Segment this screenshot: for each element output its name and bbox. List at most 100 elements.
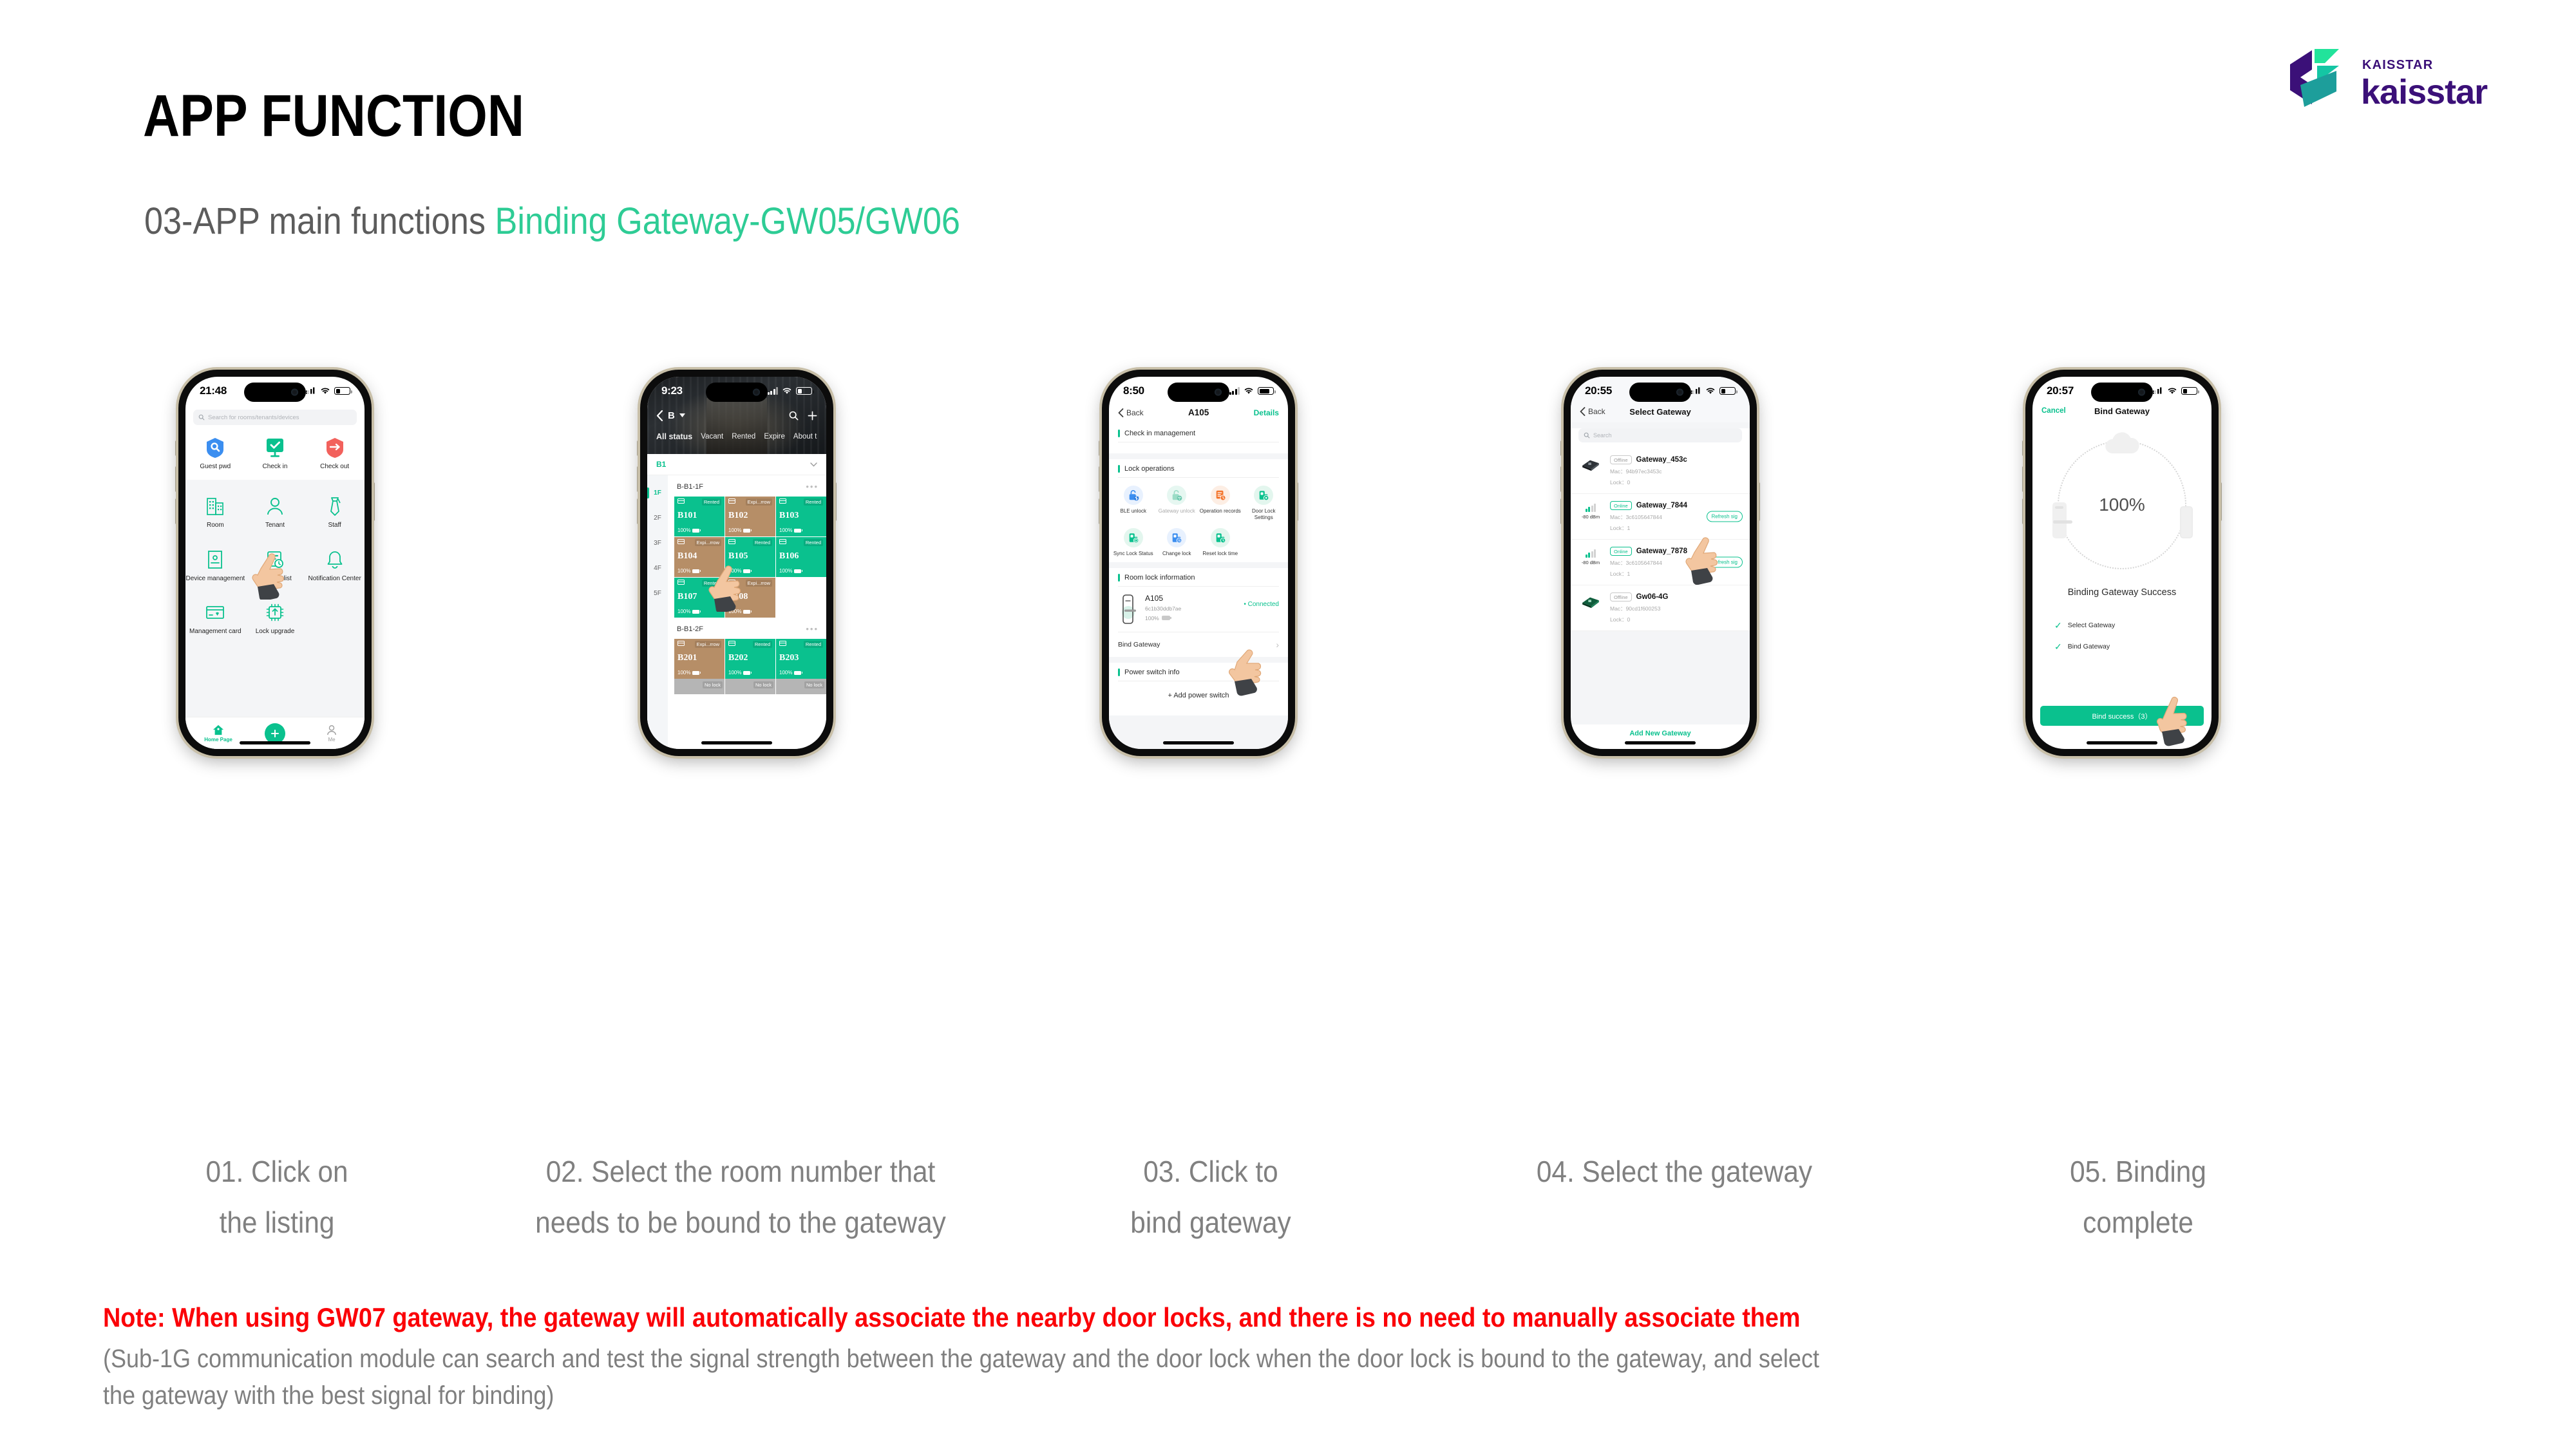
menu-item-label: Tenant [265, 521, 285, 529]
room-card[interactable]: Rented B103 100% [776, 497, 826, 536]
tab-expire[interactable]: Expire [764, 433, 785, 440]
quick-action-guest-pwd[interactable]: Guest pwd [185, 437, 245, 471]
room-grid-1f: Rented B101 100% Expi...rrow B102 100% R… [674, 497, 826, 618]
records-clock-icon [1216, 490, 1226, 501]
refresh-signal-button[interactable]: Refresh sig [1706, 511, 1743, 522]
room-card-no-lock[interactable]: No lock [776, 679, 826, 694]
wifi-icon [2168, 388, 2177, 394]
refresh-signal-button[interactable]: Refresh sig [1706, 556, 1743, 568]
building-group-label: B1 [656, 460, 667, 469]
quick-action-check-in[interactable]: Check in [245, 437, 305, 471]
room-battery-text: 100% [779, 568, 793, 574]
status-time: 9:23 [661, 384, 683, 397]
building-selector-label[interactable]: B [668, 410, 675, 421]
op-sync-lock-status[interactable]: Sync Lock Status [1112, 528, 1155, 557]
tab-all-status[interactable]: All status [656, 432, 692, 441]
door-lock-icon [1122, 594, 1136, 624]
room-card-no-lock[interactable]: No lock [725, 679, 775, 694]
tab-about[interactable]: About t [793, 433, 817, 440]
chevron-down-icon[interactable] [679, 413, 685, 417]
add-button[interactable] [265, 723, 285, 744]
room-card[interactable]: Expi...rrow B102 100% [725, 497, 775, 536]
more-options-icon[interactable]: ••• [806, 624, 819, 634]
room-card[interactable]: Rented B203 100% [776, 639, 826, 679]
room-card-no-lock[interactable]: No lock [674, 679, 724, 694]
gateway-row[interactable]: Offline Gateway_453c Mac：94b97ec3453c Lo… [1571, 448, 1750, 494]
menu-item-lock-upgrade[interactable]: Lock upgrade [245, 601, 305, 636]
op-gateway-unlock[interactable]: Gateway unlock [1155, 486, 1199, 520]
more-options-icon[interactable]: ••• [806, 482, 819, 491]
menu-item-room[interactable]: Room [185, 495, 245, 529]
gateway-row[interactable]: -80 dBm Online Gateway_7878 Mac：3c610564… [1571, 540, 1750, 585]
building-icon [207, 497, 224, 515]
navigation-bar: Back A105 Details [1109, 405, 1288, 424]
search-input[interactable]: Search [1578, 428, 1742, 442]
battery-icon [743, 670, 752, 675]
wifi-unlock-icon [1172, 490, 1182, 501]
bind-gateway-row[interactable]: Bind Gateway › [1109, 632, 1288, 657]
floor-item-4f[interactable]: 4F [647, 556, 668, 581]
room-card[interactable]: Rented B101 100% [674, 497, 724, 536]
cellular-icon [767, 387, 778, 395]
details-button[interactable]: Details [1254, 408, 1279, 417]
lock-clock-icon [1216, 533, 1226, 544]
menu-item-pending-list[interactable]: Pending list [245, 549, 305, 583]
caption-step-2: 02. Select the room number that needs to… [533, 1146, 948, 1248]
tab-rented[interactable]: Rented [732, 433, 755, 440]
phone-2-room-list: 9:23 B All status Vacant Rented Expire A… [637, 370, 837, 756]
op-change-lock[interactable]: Change lock [1155, 528, 1199, 557]
room-card[interactable]: Rented B107 100% [674, 578, 724, 618]
room-status-badge: Expi...rrow [694, 641, 721, 648]
room-card[interactable]: Rented B202 100% [725, 639, 775, 679]
tab-me[interactable]: Me [312, 724, 351, 743]
add-icon[interactable] [808, 411, 817, 421]
step-select-gateway: ✓ Select Gateway [2054, 621, 2211, 630]
gateway-row[interactable]: Offline Gw06-4G Mac：90cd1f600253 Lock：0 [1571, 585, 1750, 631]
caption-line: 04. Select the gateway [1536, 1155, 1813, 1188]
cloud-icon [2105, 432, 2139, 453]
feature-menu: Room Tenant Staff Device management Pend… [185, 479, 365, 749]
room-card[interactable]: Expi...rrow B201 100% [674, 639, 724, 679]
menu-item-management-card[interactable]: Management card [185, 601, 245, 636]
gateway-mac: 3c6105647844 [1625, 514, 1662, 520]
bind-success-button[interactable]: Bind success（3） [2040, 706, 2204, 726]
gateway-row[interactable]: -80 dBm Online Gateway_7844 Mac：3c610564… [1571, 494, 1750, 540]
tab-vacant[interactable]: Vacant [701, 433, 723, 440]
room-lock-row[interactable]: A105 6c1b30ddb7ae 100% • Connected [1109, 587, 1288, 632]
room-card[interactable]: Expi...rrow B108 100% [725, 578, 775, 618]
building-group-header[interactable]: B1 [647, 454, 826, 475]
caption-line: 01. Click on [205, 1155, 348, 1188]
floor-item-1f[interactable]: 1F [647, 480, 668, 506]
room-card[interactable]: Expi...rrow B104 100% [674, 537, 724, 577]
search-input[interactable]: Search for rooms/tenants/devices [193, 410, 357, 425]
op-door-lock-settings[interactable]: Door Lock Settings [1242, 486, 1286, 520]
add-power-switch-button[interactable]: + Add power switch [1109, 681, 1288, 711]
chip-upgrade-icon [266, 604, 284, 621]
gateway-name: Gateway_7878 [1636, 547, 1687, 555]
add-new-gateway-button[interactable]: Add New Gateway [1571, 730, 1750, 737]
menu-item-staff[interactable]: Staff [305, 495, 365, 529]
room-card[interactable]: Rented B106 100% [776, 537, 826, 577]
floor-group-label: B-B1-1F [677, 482, 703, 491]
chevron-down-icon[interactable] [810, 462, 817, 467]
tab-home-page[interactable]: Home Page [199, 724, 238, 743]
quick-action-check-out[interactable]: Check out [305, 437, 365, 471]
op-reset-lock-time[interactable]: Reset lock time [1198, 528, 1242, 557]
op-ble-unlock[interactable]: BLE unlock [1112, 486, 1155, 520]
card-icon [779, 498, 786, 504]
menu-item-device-management[interactable]: Device management [185, 549, 245, 583]
quick-action-label: Guest pwd [200, 463, 231, 470]
floor-item-2f[interactable]: 2F [647, 506, 668, 531]
menu-item-notification-center[interactable]: Notification Center [305, 549, 365, 583]
back-chevron-icon[interactable] [656, 410, 663, 421]
op-operation-records[interactable]: Operation records [1198, 486, 1242, 520]
search-icon[interactable] [789, 411, 799, 421]
menu-item-label: Room [206, 521, 224, 529]
menu-item-tenant[interactable]: Tenant [245, 495, 305, 529]
floor-group-label: B-B1-2F [677, 625, 703, 633]
floor-item-3f[interactable]: 3F [647, 531, 668, 556]
back-button[interactable]: Back [1118, 408, 1144, 417]
floor-item-5f[interactable]: 5F [647, 581, 668, 606]
room-battery-text: 100% [677, 670, 691, 676]
room-card[interactable]: Rented B105 100% [725, 537, 775, 577]
